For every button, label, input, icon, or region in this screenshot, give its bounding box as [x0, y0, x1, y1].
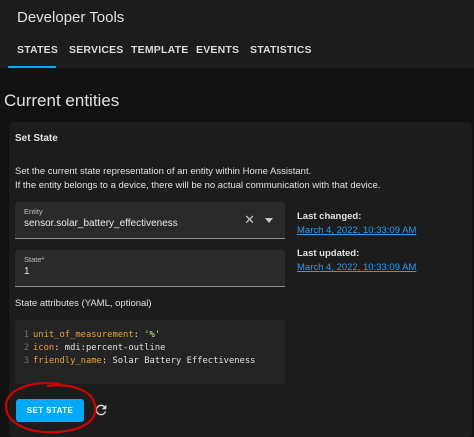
yaml-line: 3 friendly_name: Solar Battery Effective… — [15, 356, 285, 369]
entity-field-value[interactable]: sensor.solar_battery_effectiveness — [24, 218, 178, 229]
last-changed-link[interactable]: March 4, 2022, 10:33:09 AM — [297, 225, 416, 236]
description-line-1: Set the current state representation of … — [15, 166, 312, 177]
tab-services[interactable]: SERVICES — [69, 44, 124, 56]
entity-field[interactable]: Entity sensor.solar_battery_effectivenes… — [15, 202, 285, 239]
close-icon[interactable]: ✕ — [244, 213, 255, 226]
card-title: Set State — [15, 133, 58, 144]
yaml-separator: : — [54, 343, 65, 353]
yaml-key: friendly_name — [33, 356, 102, 366]
yaml-separator: : — [133, 330, 145, 340]
entity-field-label: Entity — [24, 207, 43, 216]
line-number: 2 — [23, 343, 29, 353]
tab-statistics[interactable]: STATISTICS — [250, 44, 312, 56]
state-field-value[interactable]: 1 — [24, 266, 30, 277]
yaml-editor[interactable]: 1 unit_of_measurement: '%' 2 icon: mdi:p… — [15, 320, 285, 384]
set-state-button[interactable]: SET STATE — [16, 399, 84, 422]
last-updated-link[interactable]: March 4, 2022, 10:33:09 AM — [297, 262, 416, 273]
tab-bar: STATES SERVICES TEMPLATE EVENTS STATISTI… — [0, 44, 474, 68]
yaml-key: icon — [33, 343, 55, 353]
yaml-value: Solar Battery Effectiveness — [112, 356, 256, 366]
active-tab-indicator — [8, 66, 56, 68]
yaml-value: mdi:percent-outline — [64, 343, 166, 353]
dropdown-arrow-icon[interactable] — [265, 218, 273, 223]
tab-states[interactable]: STATES — [17, 44, 58, 56]
set-state-card: Set State Set the current state represen… — [9, 122, 472, 437]
app-title: Developer Tools — [17, 9, 125, 26]
last-changed-label: Last changed: — [297, 211, 362, 222]
state-field-label: State* — [24, 255, 45, 264]
line-number: 1 — [23, 330, 29, 340]
top-app-bar: Developer Tools STATES SERVICES TEMPLATE… — [0, 0, 474, 68]
tab-template[interactable]: TEMPLATE — [131, 44, 188, 56]
yaml-separator: : — [101, 356, 113, 366]
yaml-value: '%' — [144, 330, 161, 340]
yaml-line: 2 icon: mdi:percent-outline — [15, 343, 285, 356]
last-updated-label: Last updated: — [297, 248, 360, 259]
page-heading: Current entities — [4, 91, 120, 110]
yaml-line: 1 unit_of_measurement: '%' — [15, 330, 285, 343]
attributes-label: State attributes (YAML, optional) — [15, 298, 152, 309]
refresh-icon[interactable] — [93, 402, 109, 418]
tab-events[interactable]: EVENTS — [196, 44, 239, 56]
yaml-key: unit_of_measurement — [33, 330, 134, 340]
line-number: 3 — [23, 356, 29, 366]
state-field[interactable]: State* 1 — [15, 250, 285, 287]
description-line-2: If the entity belongs to a device, there… — [15, 180, 381, 191]
